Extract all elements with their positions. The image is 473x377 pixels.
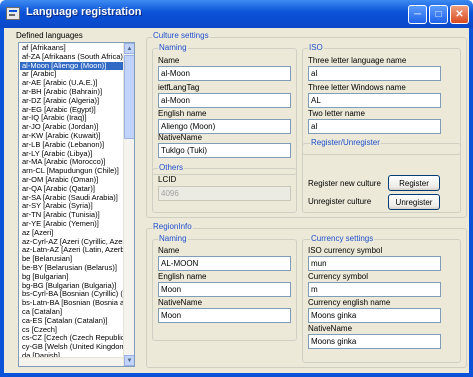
three-letter-language-name-field[interactable]: al	[308, 66, 441, 81]
region-native-name-field[interactable]: Moon	[158, 308, 291, 323]
lcid-field: 4096	[158, 186, 291, 201]
list-item[interactable]: ar-SY [Arabic (Syria)]	[20, 202, 124, 211]
region-native-name-label: NativeName	[158, 298, 203, 307]
culture-native-name-label: NativeName	[158, 133, 203, 142]
iso-title: ISO	[308, 43, 324, 52]
minimize-button[interactable]: ─	[408, 5, 427, 24]
list-item[interactable]: ar-JO [Arabic (Jordan)]	[20, 123, 124, 132]
list-item[interactable]: bs-Cyrl-BA [Bosnian (Cyrillic) (Bo	[20, 290, 124, 299]
others-title: Others	[158, 163, 185, 172]
three-letter-windows-name-field[interactable]: AL	[308, 93, 441, 108]
list-item[interactable]: ar-IQ [Arabic (Iraq)]	[20, 114, 124, 123]
three-letter-language-name-label: Three letter language name	[308, 56, 407, 65]
ietf-lang-tag-field[interactable]: al-Moon	[158, 93, 291, 108]
currency-symbol-label: Currency symbol	[308, 272, 369, 281]
close-icon: ✕	[455, 8, 464, 20]
list-item[interactable]: ca [Catalan]	[20, 308, 124, 317]
language-items: af [Afrikaans] af-ZA [Afrikaans (South Af…	[20, 44, 124, 361]
region-naming-title: Naming	[158, 234, 188, 243]
arrow-up-icon: ▲	[126, 45, 133, 52]
list-item[interactable]: ca-ES [Catalan (Catalan)]	[20, 317, 124, 326]
culture-english-name-label: English name	[158, 109, 207, 118]
window-title: Language registration	[26, 6, 142, 18]
list-item[interactable]: be [Belarusian]	[20, 255, 124, 264]
two-letter-name-label: Two letter name	[308, 109, 365, 118]
region-name-label: Name	[158, 246, 180, 255]
list-item[interactable]: ar-DZ [Arabic (Algeria)]	[20, 97, 124, 106]
register-button[interactable]: Register	[388, 175, 440, 191]
list-item[interactable]: az [Azeri]	[20, 229, 124, 238]
list-item[interactable]: ar-YE [Arabic (Yemen)]	[20, 220, 124, 229]
currency-symbol-field[interactable]: m	[308, 282, 441, 297]
lcid-label: LCID	[158, 175, 177, 184]
region-name-field[interactable]: AL-MOON	[158, 256, 291, 271]
list-item[interactable]: ar-AE [Arabic (U.A.E.)]	[20, 79, 124, 88]
scroll-down-button[interactable]: ▼	[124, 355, 134, 366]
list-item[interactable]: cs [Czech]	[20, 326, 124, 335]
app-icon[interactable]	[6, 7, 20, 20]
maximize-button[interactable]: □	[429, 5, 448, 24]
arrow-down-icon: ▼	[126, 357, 133, 364]
register-new-culture-label: Register new culture	[308, 179, 381, 188]
currency-english-name-field[interactable]: Moons ginka	[308, 308, 441, 323]
culture-english-name-field[interactable]: Aliengo (Moon)	[158, 119, 291, 134]
defined-languages-label: Defined languages	[16, 31, 83, 40]
list-item[interactable]: af-ZA [Afrikaans (South Africa)]	[20, 53, 124, 62]
ietf-lang-tag-label: ietfLangTag	[158, 83, 200, 92]
culture-name-label: Name	[158, 56, 180, 65]
client-area: Defined languages af [Afrikaans] af-ZA [A…	[4, 28, 469, 373]
horizontal-scrollbar[interactable]	[19, 357, 123, 366]
currency-native-name-field[interactable]: Moons ginka	[308, 334, 441, 349]
close-button[interactable]: ✕	[450, 5, 469, 24]
currency-english-name-label: Currency english name	[308, 298, 391, 307]
list-item[interactable]: ar-TN [Arabic (Tunisia)]	[20, 211, 124, 220]
list-item[interactable]: ar-EG [Arabic (Egypt)]	[20, 106, 124, 115]
list-item[interactable]: af [Afrikaans]	[20, 44, 124, 53]
culture-naming-title: Naming	[158, 43, 188, 52]
list-item[interactable]: az-Cyrl-AZ [Azeri (Cyrillic, Azerba	[20, 238, 124, 247]
defined-languages-list[interactable]: af [Afrikaans] af-ZA [Afrikaans (South Af…	[18, 42, 135, 367]
iso-currency-symbol-field[interactable]: mun	[308, 256, 441, 271]
three-letter-windows-name-label: Three letter Windows name	[308, 83, 406, 92]
app-window: Language registration ─ □ ✕ Defined lang…	[0, 0, 473, 377]
unregister-culture-label: Unregister culture	[308, 197, 372, 206]
scroll-thumb[interactable]	[124, 55, 134, 139]
list-item[interactable]: az-Latn-AZ [Azeri (Latin, Azerbai	[20, 246, 124, 255]
culture-native-name-field[interactable]: Tuklgo (Tuki)	[158, 143, 291, 158]
culture-name-field[interactable]: al-Moon	[158, 66, 291, 81]
title-bar[interactable]: Language registration ─ □ ✕	[0, 0, 473, 28]
list-item[interactable]: ar-OM [Arabic (Oman)]	[20, 176, 124, 185]
list-item[interactable]: al-Moon [Aliengo (Moon)]	[20, 61, 124, 71]
list-item[interactable]: ar-MA [Arabic (Morocco)]	[20, 158, 124, 167]
iso-currency-symbol-label: ISO currency symbol	[308, 246, 383, 255]
list-item[interactable]: ar-LB [Arabic (Lebanon)]	[20, 141, 124, 150]
unregister-button[interactable]: Unregister	[388, 194, 440, 210]
currency-native-name-label: NativeName	[308, 324, 353, 333]
list-item[interactable]: ar-KW [Arabic (Kuwait)]	[20, 132, 124, 141]
list-item[interactable]: ar [Arabic]	[20, 70, 124, 79]
list-item[interactable]: be-BY [Belarusian (Belarus)]	[20, 264, 124, 273]
maximize-icon: □	[435, 8, 442, 20]
region-info-title: RegionInfo	[152, 222, 193, 231]
list-item[interactable]: ar-SA [Arabic (Saudi Arabia)]	[20, 194, 124, 203]
list-item[interactable]: ar-QA [Arabic (Qatar)]	[20, 185, 124, 194]
list-item[interactable]: ar-LY [Arabic (Libya)]	[20, 150, 124, 159]
list-item[interactable]: ar-BH [Arabic (Bahrain)]	[20, 88, 124, 97]
list-item[interactable]: bg-BG [Bulgarian (Bulgaria)]	[20, 282, 124, 291]
list-item[interactable]: cs-CZ [Czech (Czech Republic)	[20, 334, 124, 343]
region-english-name-label: English name	[158, 272, 207, 281]
two-letter-name-field[interactable]: al	[308, 119, 441, 134]
scroll-up-button[interactable]: ▲	[124, 43, 134, 54]
vertical-scrollbar[interactable]: ▲ ▼	[123, 43, 134, 366]
list-item[interactable]: arn-CL [Mapudungun (Chile)]	[20, 167, 124, 176]
region-english-name-field[interactable]: Moon	[158, 282, 291, 297]
minimize-icon: ─	[413, 8, 422, 20]
list-item[interactable]: cy-GB [Welsh (United Kingdom	[20, 343, 124, 352]
culture-settings-title: Culture settings	[152, 31, 210, 40]
currency-settings-title: Currency settings	[310, 234, 375, 243]
list-item[interactable]: bs-Latn-BA [Bosnian (Bosnia an	[20, 299, 124, 308]
register-title: Register/Unregister	[310, 138, 381, 147]
list-item[interactable]: bg [Bulgarian]	[20, 273, 124, 282]
